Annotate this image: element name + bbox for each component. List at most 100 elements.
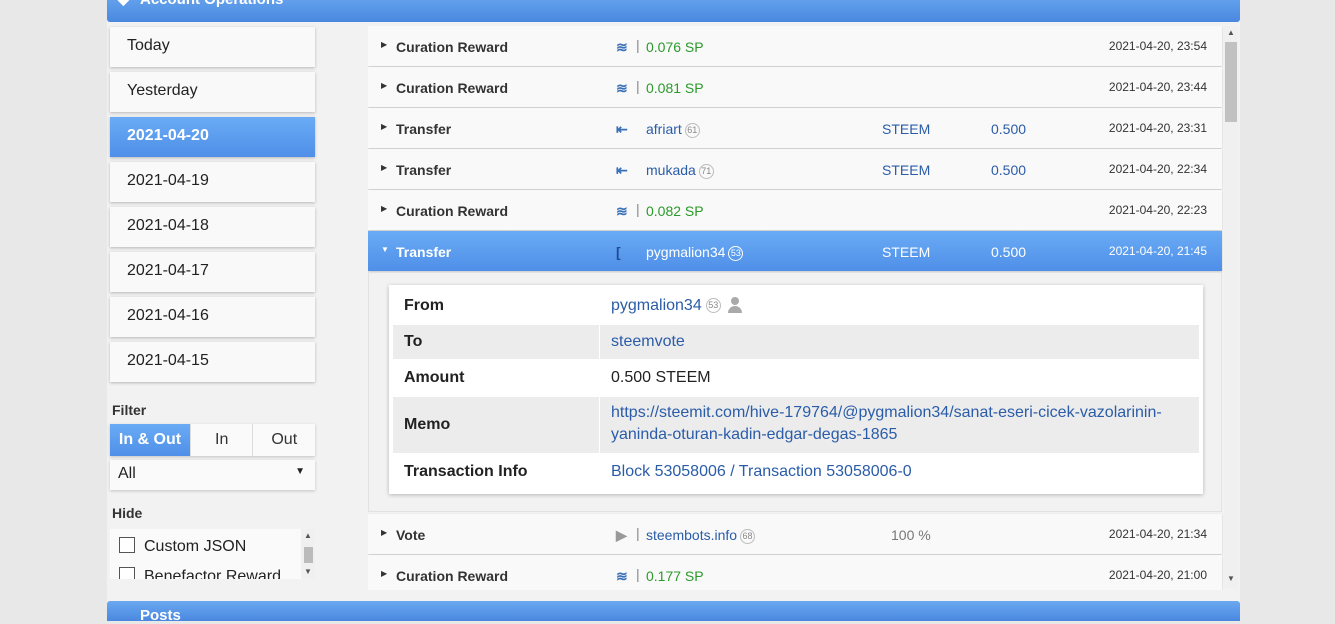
operation-date: 2021-04-20, 23:31 [1108,121,1207,135]
operation-type: Curation Reward [396,568,509,584]
transfer-in-icon: ⇤ [616,121,628,137]
filter-in[interactable]: In [189,424,253,456]
divider [599,397,600,453]
transfer-in-icon: ⇤ [616,162,628,178]
account-link[interactable]: mukada 71 [646,162,714,179]
day-yesterday[interactable]: Yesterday [110,72,315,112]
memo-line[interactable]: https://steemit.com/hive-179764/@pygmali… [611,404,1162,421]
operation-value: 0.081 SP [646,80,704,96]
account-name[interactable]: afriart [646,121,682,137]
divider [599,325,600,359]
transaction-link[interactable]: Block 53058006 / Transaction 53058006-0 [611,461,912,483]
hide-benefactor-reward[interactable]: Benefactor Reward [119,567,281,579]
expand-arrow-icon: ▶ [381,122,388,131]
operation-date: 2021-04-20, 21:45 [1108,244,1207,258]
detail-to: To steemvote [393,325,1199,359]
checkbox-icon[interactable] [119,537,135,553]
scroll-down-icon[interactable]: ▼ [304,567,312,576]
operation-row-selected[interactable]: ▼ Transfer [ pygmalion34 53 STEEM 0.500 2… [368,231,1222,271]
panel-title: Account Operations [140,0,283,8]
details-card: From pygmalion34 53 To steemvote Amount 0… [389,285,1203,494]
operation-row[interactable]: ▶ Curation Reward ≋ | 0.177 SP 2021-04-20… [368,555,1222,590]
hide-label: Hide [112,505,143,521]
posts-panel-header[interactable]: Posts [107,601,1240,624]
day-2021-04-18[interactable]: 2021-04-18 [110,207,315,247]
operation-date: 2021-04-20, 22:23 [1108,203,1207,217]
from-account[interactable]: pygmalion34 53 [611,295,743,317]
filter-toggle: In & Out In Out [110,424,315,456]
asset: STEEM [882,244,931,260]
transfer-details: From pygmalion34 53 To steemvote Amount 0… [368,272,1222,512]
detail-label: To [404,333,423,350]
account-name[interactable]: mukada [646,162,696,178]
operation-date: 2021-04-20, 23:44 [1108,80,1207,94]
scroll-up-icon[interactable]: ▲ [1227,28,1235,37]
divider: | [636,201,640,217]
scroll-up-icon[interactable]: ▲ [304,531,312,540]
hide-benefactor-reward-label: Benefactor Reward [144,568,281,579]
amount-value: 0.500 STEEM [611,369,711,386]
panel-header[interactable]: ◆ Account Operations [107,0,1240,22]
detail-label: Transaction Info [404,463,528,480]
detail-from: From pygmalion34 53 [393,289,1199,323]
operation-type: Curation Reward [396,203,509,219]
account-link[interactable]: steembots.info 68 [646,527,756,544]
reputation-badge: 53 [705,298,721,313]
operation-row[interactable]: ▶ Curation Reward ≋ | 0.081 SP 2021-04-20… [368,67,1222,107]
detail-amount: Amount 0.500 STEEM [393,361,1199,395]
operation-type-value: All [118,465,136,482]
memo-link[interactable]: https://steemit.com/hive-179764/@pygmali… [611,402,1162,446]
scrollbar-thumb[interactable] [304,547,313,563]
user-icon[interactable] [727,297,743,313]
transfer-out-icon: [ [616,244,621,260]
steem-power-icon: ≋ [616,203,628,219]
detail-label: From [404,297,444,314]
expand-arrow-icon: ▶ [381,163,388,172]
to-account[interactable]: steemvote [611,331,685,353]
operation-row[interactable]: ▶ Vote ▶ | steembots.info 68 100 % 2021-04… [368,514,1222,554]
operation-date: 2021-04-20, 23:54 [1108,39,1207,53]
operation-date: 2021-04-20, 21:34 [1108,527,1207,541]
operation-type: Curation Reward [396,80,509,96]
day-2021-04-19[interactable]: 2021-04-19 [110,162,315,202]
reputation-badge: 68 [740,529,756,544]
steem-power-icon: ≋ [616,80,628,96]
filter-label: Filter [112,402,147,418]
day-2021-04-15[interactable]: 2021-04-15 [110,342,315,382]
day-today[interactable]: Today [110,27,315,67]
reputation-badge: 71 [698,164,714,179]
filter-in-out[interactable]: In & Out [110,424,190,456]
account-link[interactable]: pygmalion34 53 [646,244,744,261]
operation-row[interactable]: ▶ Curation Reward ≋ | 0.076 SP 2021-04-20… [368,26,1222,66]
operation-row[interactable]: ▶ Transfer ⇤ mukada 71 STEEM 0.500 2021-0… [368,149,1222,189]
account-link[interactable]: afriart 61 [646,121,700,138]
operation-type: Transfer [396,244,452,260]
scrollbar-thumb[interactable] [1225,42,1237,122]
expand-arrow-icon: ▶ [381,569,388,578]
divider: | [636,566,640,582]
from-account-name[interactable]: pygmalion34 [611,297,702,314]
operation-row[interactable]: ▶ Curation Reward ≋ | 0.082 SP 2021-04-20… [368,190,1222,230]
vote-percent: 100 % [891,527,931,543]
hide-custom-json-label: Custom JSON [144,538,247,555]
checkbox-icon[interactable] [119,567,135,579]
operation-value: 0.082 SP [646,203,704,219]
operation-type: Transfer [396,121,452,137]
scroll-down-icon[interactable]: ▼ [1227,574,1235,583]
hide-custom-json[interactable]: Custom JSON [119,537,246,556]
filter-out[interactable]: Out [252,424,315,456]
operation-date: 2021-04-20, 21:00 [1108,568,1207,582]
amount: 0.500 [991,162,1027,178]
reputation-badge: 61 [684,123,700,138]
day-2021-04-16[interactable]: 2021-04-16 [110,297,315,337]
day-2021-04-20[interactable]: 2021-04-20 [110,117,315,157]
operation-row[interactable]: ▶ Transfer ⇤ afriart 61 STEEM 0.500 2021-… [368,108,1222,148]
operations-scrollbar[interactable]: ▲ ▼ [1224,26,1238,588]
account-name[interactable]: steembots.info [646,527,737,543]
memo-line[interactable]: yaninda-oturan-kadin-edgar-degas-1865 [611,426,897,443]
operation-type-select[interactable]: All ▼ [110,460,315,490]
account-name[interactable]: pygmalion34 [646,244,725,260]
day-2021-04-17[interactable]: 2021-04-17 [110,252,315,292]
hide-list-scrollbar[interactable]: ▲ ▼ [301,529,315,579]
asset: STEEM [882,162,931,178]
